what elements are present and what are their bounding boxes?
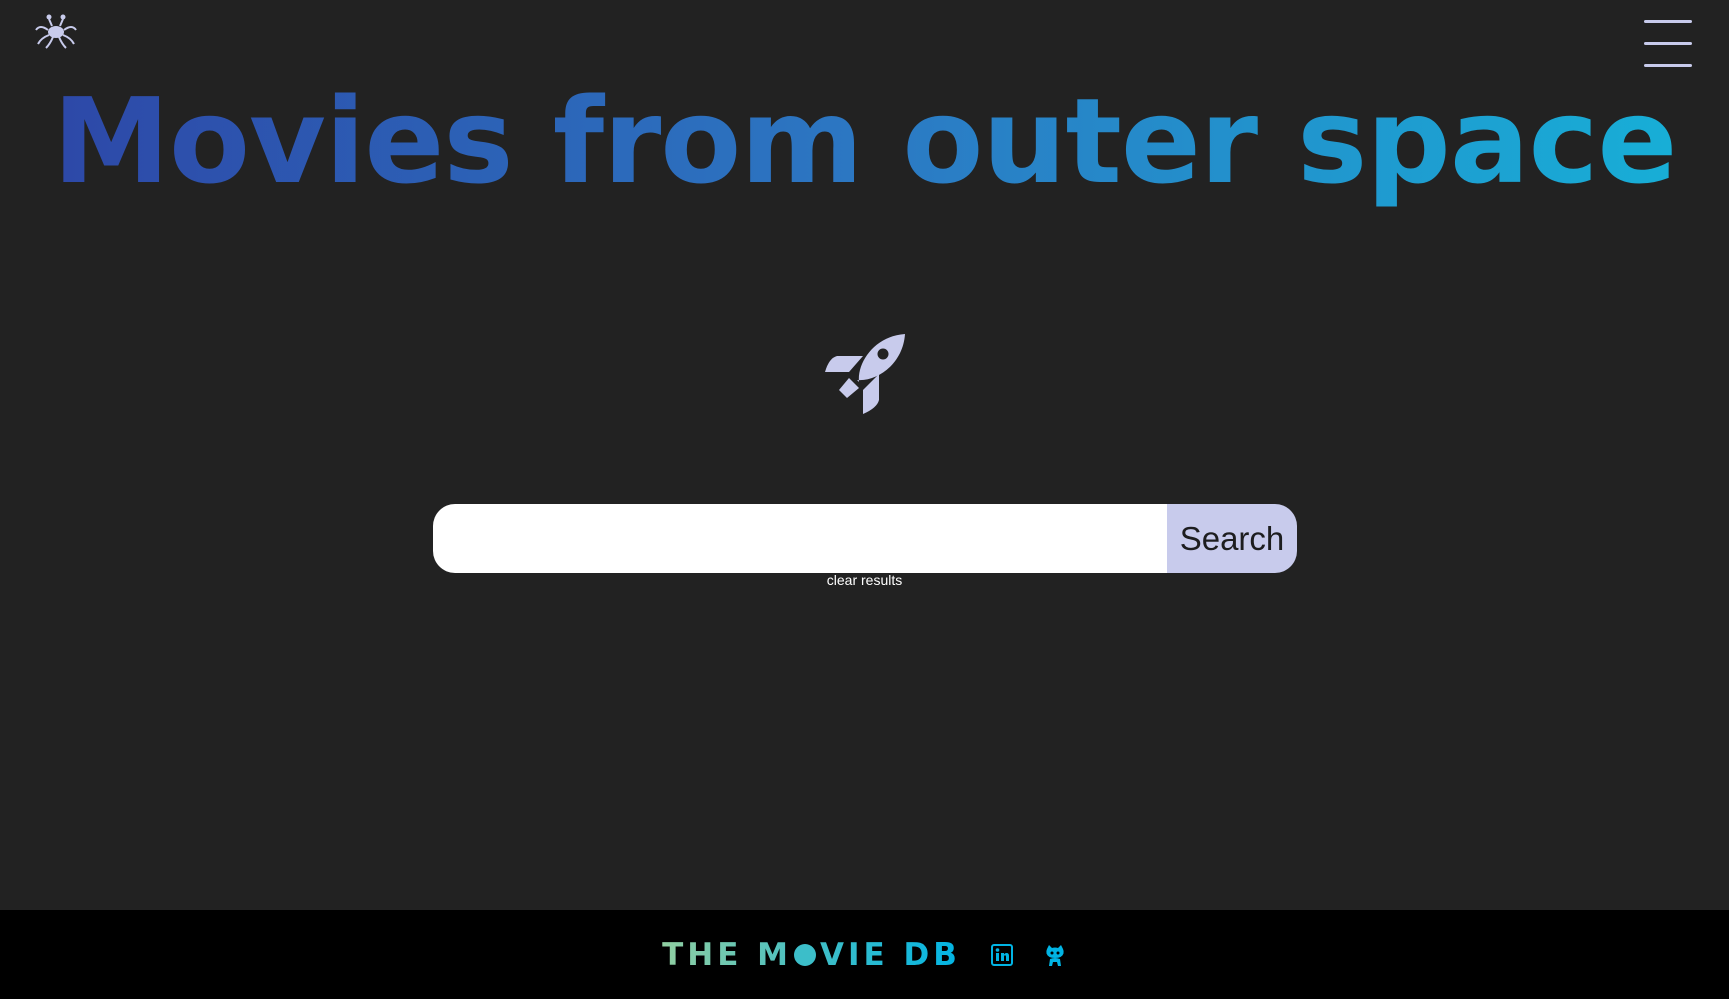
hamburger-menu-icon[interactable]	[1644, 18, 1692, 70]
clear-results-link[interactable]: clear results	[0, 572, 1729, 588]
search-button[interactable]: Search	[1167, 504, 1297, 573]
footer: THE M VIE DB	[0, 910, 1729, 999]
flying-spaghetti-monster-icon[interactable]	[34, 14, 78, 50]
github-icon[interactable]	[1043, 943, 1067, 967]
linkedin-icon[interactable]	[990, 943, 1013, 966]
search-form: Search	[433, 504, 1297, 573]
menu-line	[1644, 20, 1692, 23]
page-title: Movies from outer space	[0, 66, 1729, 216]
tmdb-logo-text-end: VIE DB	[820, 936, 961, 973]
search-input[interactable]	[433, 504, 1167, 573]
menu-line	[1644, 42, 1692, 45]
rocket-icon	[825, 334, 905, 414]
tmdb-logo-text-start: THE M	[662, 936, 793, 973]
tmdb-logo[interactable]: THE M VIE DB	[662, 937, 961, 973]
tmdb-logo-dot-icon	[794, 943, 817, 966]
page: Movies from outer space Search clear res…	[0, 0, 1729, 999]
